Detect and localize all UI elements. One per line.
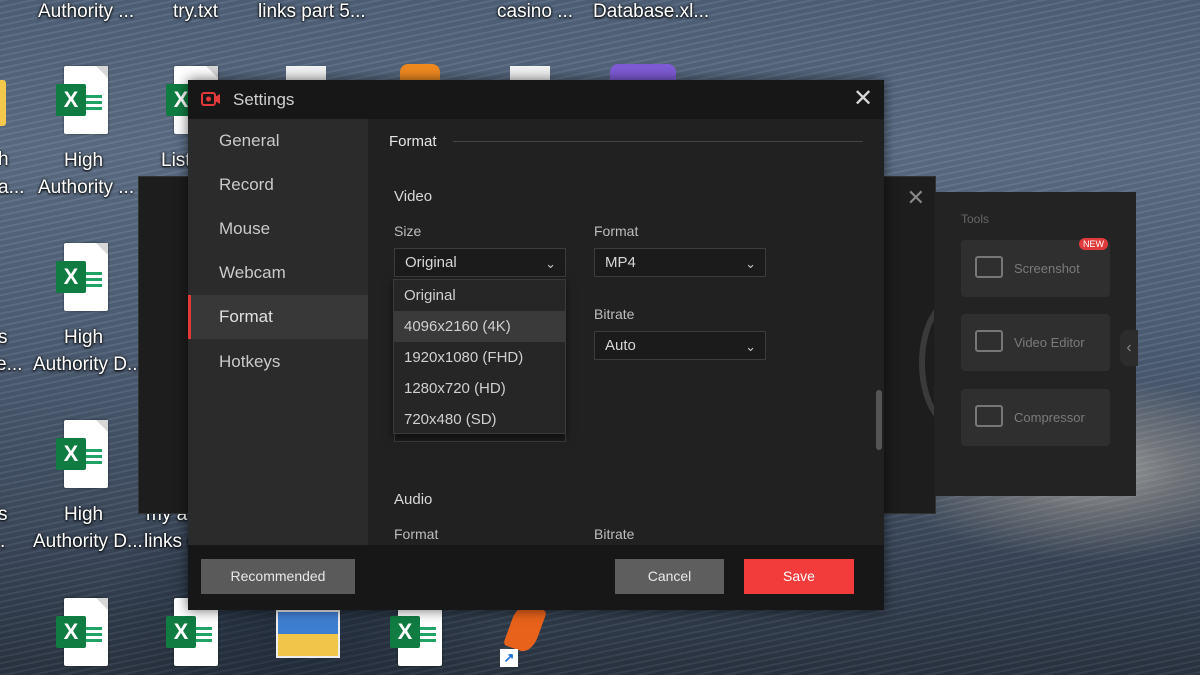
camera-icon bbox=[975, 256, 1003, 278]
nav-item-hotkeys[interactable]: Hotkeys bbox=[188, 340, 368, 384]
excel-file-icon[interactable]: X bbox=[56, 243, 108, 311]
desktop-icon-label-fragment: s bbox=[0, 327, 8, 348]
divider bbox=[453, 141, 863, 142]
shortcut-app-icon[interactable]: ↗ bbox=[500, 601, 547, 667]
desktop-icon-label-fragment: h bbox=[0, 149, 9, 170]
app-icon[interactable] bbox=[400, 64, 440, 80]
file-icon[interactable] bbox=[510, 66, 550, 80]
size-option[interactable]: 1920x1080 (FHD) bbox=[394, 342, 565, 373]
video-editor-button[interactable]: Video Editor bbox=[961, 314, 1110, 371]
desktop-icon-label: Authority D... bbox=[33, 354, 143, 375]
title-bar: Settings ✕ bbox=[188, 80, 884, 119]
tool-label: Screenshot bbox=[1014, 261, 1080, 276]
recorder-logo-icon bbox=[201, 92, 220, 106]
settings-sidebar: General Record Mouse Webcam Format Hotke… bbox=[188, 119, 368, 545]
desktop-icon-label-fragment: . bbox=[0, 531, 6, 552]
screenshot-button[interactable]: Screenshot NEW bbox=[961, 238, 1110, 297]
save-button[interactable]: Save bbox=[744, 559, 854, 594]
size-option[interactable]: 1280x720 (HD) bbox=[394, 373, 565, 404]
dialog-title: Settings bbox=[233, 90, 295, 109]
cancel-button[interactable]: Cancel bbox=[615, 559, 724, 594]
audio-format-label: Format bbox=[394, 526, 439, 542]
desktop-icon-label: try.txt bbox=[173, 1, 219, 22]
tool-label: Compressor bbox=[1014, 410, 1085, 425]
excel-file-icon[interactable]: X bbox=[56, 66, 108, 134]
size-option[interactable]: 4096x2160 (4K) bbox=[394, 311, 565, 342]
desktop-icon-label: Authority ... bbox=[38, 1, 135, 22]
desktop-icon-label-fragment: a... bbox=[0, 177, 25, 198]
close-icon[interactable]: ✕ bbox=[907, 185, 925, 211]
desktop-icon-label: Database.xl... bbox=[593, 1, 710, 22]
desktop-icon-label: Authority D... bbox=[33, 531, 143, 552]
close-button[interactable]: ✕ bbox=[850, 86, 876, 112]
nav-item-mouse[interactable]: Mouse bbox=[188, 207, 368, 251]
nav-item-webcam[interactable]: Webcam bbox=[188, 251, 368, 295]
chevron-left-icon[interactable]: ‹ bbox=[1120, 330, 1138, 366]
video-format-value: MP4 bbox=[605, 254, 636, 271]
app-icon[interactable] bbox=[610, 64, 676, 80]
size-select-value: Original bbox=[405, 254, 457, 271]
section-title: Format bbox=[389, 133, 437, 150]
size-option[interactable]: 720x480 (SD) bbox=[394, 404, 565, 435]
tool-label: Video Editor bbox=[1014, 335, 1085, 350]
desktop-icon-label: links ( bbox=[144, 531, 194, 552]
shortcut-arrow-icon: ↗ bbox=[500, 649, 518, 667]
compressor-icon bbox=[975, 405, 1003, 427]
video-heading: Video bbox=[394, 188, 433, 205]
desktop-icon-label-fragment: s bbox=[0, 504, 8, 525]
excel-file-icon[interactable]: X bbox=[56, 598, 108, 666]
nav-item-record[interactable]: Record bbox=[188, 163, 368, 207]
desktop-icon-label: High bbox=[64, 504, 104, 525]
recommended-button[interactable]: Recommended bbox=[201, 559, 355, 594]
compressor-button[interactable]: Compressor bbox=[961, 389, 1110, 446]
size-dropdown-list: Original 4096x2160 (4K) 1920x1080 (FHD) … bbox=[393, 279, 566, 434]
size-option[interactable]: Original bbox=[394, 280, 565, 311]
desktop-icon-label: casino ... bbox=[497, 1, 574, 22]
scrollbar-thumb[interactable] bbox=[876, 390, 882, 450]
new-badge: NEW bbox=[1079, 238, 1108, 250]
nav-item-general[interactable]: General bbox=[188, 119, 368, 163]
excel-file-icon[interactable]: X bbox=[56, 420, 108, 488]
tools-panel: Tools Screenshot NEW Video Editor Compre… bbox=[934, 192, 1138, 496]
bitrate-label: Bitrate bbox=[594, 306, 635, 322]
size-select[interactable]: Original ⌄ bbox=[394, 248, 566, 277]
tools-title: Tools bbox=[961, 212, 990, 226]
audio-heading: Audio bbox=[394, 491, 433, 508]
desktop-icon-label: Authority ... bbox=[38, 177, 135, 198]
image-file-icon[interactable] bbox=[276, 610, 340, 658]
chevron-down-icon: ⌄ bbox=[745, 339, 756, 354]
chevron-down-icon: ⌄ bbox=[545, 256, 556, 271]
file-icon[interactable] bbox=[286, 66, 326, 80]
size-label: Size bbox=[394, 223, 422, 239]
desktop-icon-label: High bbox=[64, 327, 104, 348]
desktop-icon-label: List bbox=[161, 150, 191, 171]
format-label: Format bbox=[594, 223, 639, 239]
video-bitrate-select[interactable]: Auto ⌄ bbox=[594, 331, 766, 360]
desktop-icon-label: High bbox=[64, 150, 104, 171]
audio-bitrate-label: Bitrate bbox=[594, 526, 635, 542]
nav-item-format[interactable]: Format bbox=[188, 295, 368, 339]
desktop-icon-label-fragment: e... bbox=[0, 354, 23, 375]
chevron-down-icon: ⌄ bbox=[745, 256, 756, 271]
desktop-icon-label: links part 5... bbox=[258, 1, 366, 22]
video-bitrate-value: Auto bbox=[605, 337, 636, 354]
video-editor-icon bbox=[975, 330, 1003, 352]
video-format-select[interactable]: MP4 ⌄ bbox=[594, 248, 766, 277]
folder-icon[interactable] bbox=[0, 80, 6, 126]
dialog-footer: Recommended Cancel Save bbox=[188, 545, 884, 610]
